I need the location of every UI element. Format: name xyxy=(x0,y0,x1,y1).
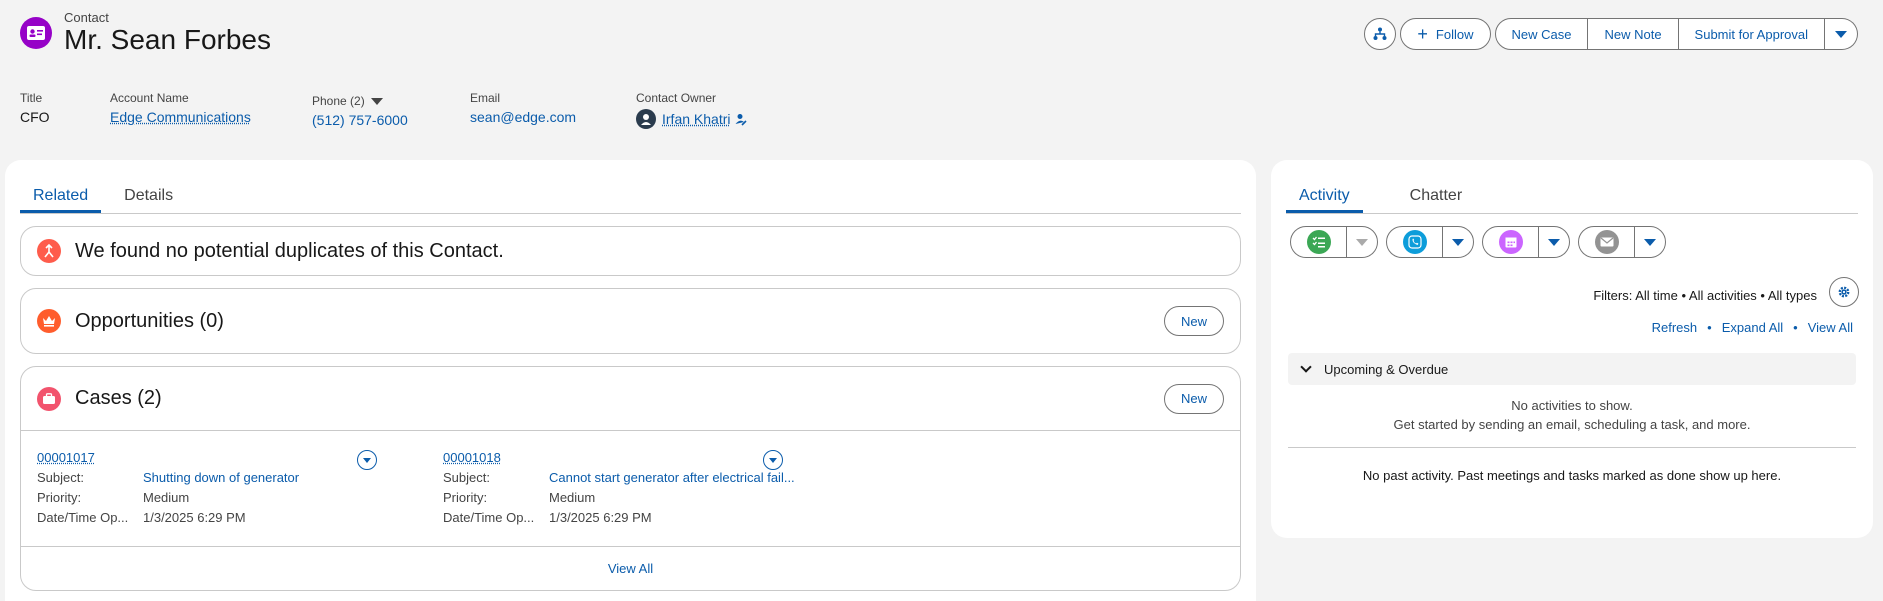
email-dropdown[interactable] xyxy=(1635,227,1665,257)
expand-all-link[interactable]: Expand All xyxy=(1722,320,1783,335)
chevron-down-icon xyxy=(769,457,777,463)
opportunities-card: Opportunities (0) New xyxy=(20,288,1241,354)
task-dropdown[interactable] xyxy=(1347,227,1377,257)
task-icon xyxy=(1306,230,1331,254)
case-subject-link[interactable]: Cannot start generator after electrical … xyxy=(549,470,795,485)
tab-chatter[interactable]: Chatter xyxy=(1397,180,1475,213)
chevron-down-icon xyxy=(1356,238,1368,246)
chevron-down-icon xyxy=(1300,361,1312,373)
new-case-button[interactable]: New Case xyxy=(1494,18,1589,50)
account-link[interactable]: Edge Communications xyxy=(110,109,312,125)
duplicates-card: We found no potential duplicates of this… xyxy=(20,226,1241,276)
cases-title[interactable]: Cases (2) xyxy=(75,387,162,410)
owner-link[interactable]: Irfan Khatri xyxy=(662,111,730,127)
hierarchy-icon xyxy=(1373,27,1387,40)
phone-dropdown[interactable]: Phone (2) xyxy=(312,94,470,108)
row-actions-button[interactable] xyxy=(763,450,783,470)
field-phone: Phone (2) (512) 757-6000 xyxy=(312,91,470,129)
upcoming-overdue-section[interactable]: Upcoming & Overdue xyxy=(1288,353,1856,385)
new-note-button[interactable]: New Note xyxy=(1588,18,1679,50)
new-opportunity-button[interactable]: New xyxy=(1163,306,1224,336)
list-item: 00001017 Subject: Shutting down of genera… xyxy=(37,450,417,525)
gear-icon xyxy=(1838,286,1850,298)
chevron-down-icon xyxy=(1548,238,1560,246)
field-contact-owner: Contact Owner Irfan Khatri xyxy=(636,91,836,129)
tab-details[interactable]: Details xyxy=(111,180,186,213)
new-case-related-button[interactable]: New xyxy=(1163,383,1224,414)
hierarchy-button[interactable] xyxy=(1364,18,1397,50)
list-item: 00001018 Subject: Cannot start generator … xyxy=(443,450,823,525)
case-subject-link[interactable]: Shutting down of generator xyxy=(143,470,299,485)
avatar xyxy=(636,109,656,129)
divider xyxy=(1288,447,1856,448)
row-actions-button[interactable] xyxy=(357,450,377,470)
activity-links: Refresh • Expand All • View All xyxy=(1651,320,1853,335)
field-email: Email sean@edge.com xyxy=(470,91,636,129)
more-actions-button[interactable] xyxy=(1825,18,1858,50)
cases-card: Cases (2) New 00001017 Subject: Shutting … xyxy=(20,366,1241,591)
left-tabs: Related Details xyxy=(20,180,1241,214)
filter-settings-button[interactable] xyxy=(1829,277,1859,307)
new-task-button[interactable] xyxy=(1290,226,1378,258)
activity-panel: Activity Chatter Filters: All time • All… xyxy=(1271,160,1873,538)
record-name: Mr. Sean Forbes xyxy=(64,24,271,55)
email-icon xyxy=(1594,230,1619,254)
new-event-button[interactable] xyxy=(1482,226,1570,258)
highlights-panel: Title CFO Account Name Edge Communicatio… xyxy=(20,91,836,129)
submit-for-approval-button[interactable]: Submit for Approval xyxy=(1678,18,1825,50)
briefcase-icon xyxy=(37,386,61,411)
header-actions: + Follow New Case New Note Submit for Ap… xyxy=(1364,18,1858,50)
field-account-name: Account Name Edge Communications xyxy=(110,91,312,129)
duplicate-icon xyxy=(37,239,61,263)
view-all-link[interactable]: View All xyxy=(1808,320,1853,335)
send-email-button[interactable] xyxy=(1578,226,1666,258)
cases-view-all-link[interactable]: View All xyxy=(21,546,1240,590)
call-dropdown[interactable] xyxy=(1443,227,1473,257)
chevron-down-icon xyxy=(363,457,371,463)
log-call-button[interactable] xyxy=(1386,226,1474,258)
action-button-group: New Case New Note Submit for Approval xyxy=(1494,18,1858,50)
activity-composer-buttons xyxy=(1290,226,1674,258)
refresh-link[interactable]: Refresh xyxy=(1652,320,1698,335)
right-tabs: Activity Chatter xyxy=(1286,180,1858,214)
tab-activity[interactable]: Activity xyxy=(1286,180,1363,213)
event-dropdown[interactable] xyxy=(1539,227,1569,257)
chevron-down-icon xyxy=(1835,30,1847,38)
phone-link[interactable]: (512) 757-6000 xyxy=(312,112,470,128)
phone-call-icon xyxy=(1402,230,1427,254)
empty-state: No activities to show. Get started by se… xyxy=(1393,398,1751,432)
object-type-label: Contact xyxy=(64,10,109,25)
duplicates-message: We found no potential duplicates of this… xyxy=(75,239,504,262)
related-panel: Related Details We found no potential du… xyxy=(5,160,1256,601)
activity-filters-text: Filters: All time • All activities • All… xyxy=(1593,288,1817,303)
calendar-icon xyxy=(1498,230,1523,254)
plus-icon: + xyxy=(1417,23,1428,44)
email-link[interactable]: sean@edge.com xyxy=(470,109,636,125)
opportunities-title[interactable]: Opportunities (0) xyxy=(75,310,224,333)
tab-related[interactable]: Related xyxy=(20,180,102,213)
crown-icon xyxy=(37,309,61,333)
chevron-down-icon xyxy=(370,97,383,105)
chevron-down-icon xyxy=(1452,238,1464,246)
chevron-down-icon xyxy=(1644,238,1656,246)
contact-card-icon xyxy=(20,17,52,49)
change-owner-icon[interactable] xyxy=(735,113,748,126)
no-past-activity: No past activity. Past meetings and task… xyxy=(1362,468,1782,483)
title-value: CFO xyxy=(20,109,50,125)
field-title: Title CFO xyxy=(20,91,110,129)
follow-button[interactable]: + Follow xyxy=(1400,18,1491,50)
